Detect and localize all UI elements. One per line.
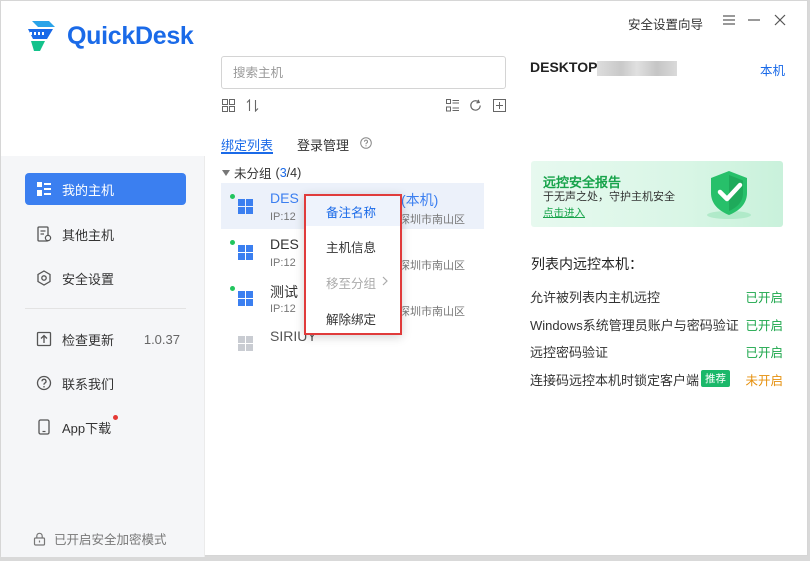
windows-icon xyxy=(238,199,253,214)
sidebar-item-security-settings[interactable]: 安全设置 xyxy=(25,262,186,294)
search-input[interactable] xyxy=(221,56,506,89)
windows-icon xyxy=(238,245,253,260)
sort-icon[interactable] xyxy=(245,98,259,112)
host-location: 深圳市南山区 xyxy=(399,214,465,226)
setting-label: 允许被列表内主机远控 xyxy=(530,290,661,305)
menu-item-label: 移至分组 xyxy=(326,276,377,291)
shield-check-icon xyxy=(707,171,751,219)
group-name: 未分组 xyxy=(234,167,272,181)
setting-status[interactable]: 已开启 xyxy=(745,287,783,306)
banner-subtitle: 于无声之处，守护主机安全 xyxy=(543,191,675,203)
sidebar-divider xyxy=(25,308,186,309)
setting-row: 连接码远控本机时锁定客户端 推荐 未开启 xyxy=(530,370,783,390)
recommend-badge: 推荐 xyxy=(701,370,731,387)
sidebar-item-label: 其他主机 xyxy=(62,227,115,243)
setting-row: 允许被列表内主机远控 已开启 xyxy=(530,287,783,306)
host-ip: IP:12 xyxy=(270,257,296,269)
online-indicator xyxy=(230,194,235,199)
close-icon[interactable] xyxy=(772,12,788,28)
tab-underline xyxy=(221,152,273,154)
help-icon xyxy=(35,375,52,392)
tab-login-management[interactable]: 登录管理 xyxy=(297,135,349,154)
setting-status[interactable]: 未开启 xyxy=(745,370,783,389)
online-indicator xyxy=(230,286,235,291)
list-view-icon[interactable] xyxy=(445,98,459,112)
host-name: DES xyxy=(270,190,299,206)
sidebar-item-label: 我的主机 xyxy=(62,182,115,198)
sidebar-item-other-hosts[interactable]: 其他主机 xyxy=(25,218,186,250)
host-ip: IP:12 xyxy=(270,303,296,315)
host-location: 深圳市南山区 xyxy=(399,306,465,318)
app-logo: QuickDesk xyxy=(25,19,194,53)
refresh-icon[interactable] xyxy=(468,98,482,112)
device-name: DESKTOP xyxy=(530,59,598,75)
sidebar: QuickDesk 我的主机 其他主机 安全设置 检查更新 1.0.37 联系我… xyxy=(1,1,205,557)
windows-icon xyxy=(238,291,253,306)
caret-down-icon xyxy=(222,169,230,176)
menu-item-host-info[interactable]: 主机信息 xyxy=(304,231,402,261)
sidebar-item-app-download[interactable]: App下载 xyxy=(25,411,186,443)
quickdesk-logo-icon xyxy=(28,21,55,51)
sidebar-item-label: App下载 xyxy=(62,420,112,436)
menu-item-move-to-group[interactable]: 移至分组 xyxy=(304,267,402,297)
setting-label: 远控密码验证 xyxy=(530,345,609,360)
sidebar-item-contact-us[interactable]: 联系我们 xyxy=(25,367,186,399)
phone-icon xyxy=(35,419,52,436)
security-guide-link[interactable]: 安全设置向导 xyxy=(628,14,703,33)
host-ip: IP:12 xyxy=(270,211,296,223)
sidebar-item-my-hosts[interactable]: 我的主机 xyxy=(25,173,186,205)
minimize-icon[interactable] xyxy=(746,12,762,28)
setting-label: 连接码远控本机时锁定客户端 xyxy=(530,373,700,388)
setting-row: 远控密码验证 已开启 xyxy=(530,342,783,361)
windows-icon xyxy=(238,336,253,351)
menu-item-rename[interactable]: 备注名称 xyxy=(304,196,402,226)
grid-view-icon[interactable] xyxy=(221,98,235,112)
banner-link[interactable]: 点击进入 xyxy=(543,205,585,220)
notification-dot xyxy=(113,415,118,420)
online-indicator xyxy=(230,240,235,245)
setting-status[interactable]: 已开启 xyxy=(745,315,783,334)
logo-area: QuickDesk xyxy=(1,1,205,156)
secure-mode-status: 已开启安全加密模式 xyxy=(33,529,167,548)
menu-icon[interactable] xyxy=(721,12,737,28)
group-header[interactable]: 未分组 (3/4) xyxy=(222,163,301,182)
app-window: QuickDesk 我的主机 其他主机 安全设置 检查更新 1.0.37 联系我… xyxy=(0,0,809,557)
lock-icon xyxy=(33,532,46,546)
redacted-device-suffix xyxy=(597,61,677,76)
sidebar-item-label: 联系我们 xyxy=(62,376,115,392)
other-hosts-icon xyxy=(35,226,52,243)
secure-mode-label: 已开启安全加密模式 xyxy=(54,533,167,547)
chevron-right-icon xyxy=(382,276,388,286)
setting-status[interactable]: 已开启 xyxy=(745,342,783,361)
update-icon xyxy=(35,331,52,348)
this-device-link[interactable]: 本机 xyxy=(760,60,785,79)
host-name: 测试 xyxy=(270,284,298,300)
host-name: DES xyxy=(270,236,299,252)
setting-label: Windows系统管理员账户与密码验证 xyxy=(530,318,739,333)
group-count: (3/4) xyxy=(275,165,302,180)
my-hosts-icon xyxy=(35,181,52,198)
menu-item-unbind[interactable]: 解除绑定 xyxy=(304,303,402,333)
add-host-icon[interactable] xyxy=(492,98,506,112)
context-menu: 备注名称 主机信息 移至分组 解除绑定 xyxy=(304,194,402,335)
sidebar-item-check-update[interactable]: 检查更新 1.0.37 xyxy=(25,323,186,355)
app-name: QuickDesk xyxy=(67,21,194,50)
setting-row: Windows系统管理员账户与密码验证 已开启 xyxy=(530,315,783,334)
help-icon[interactable] xyxy=(360,137,372,152)
host-local-tag: (本机) xyxy=(401,192,439,208)
sidebar-item-label: 检查更新 xyxy=(62,332,115,348)
app-version: 1.0.37 xyxy=(143,331,180,347)
title-bar: 安全设置向导 xyxy=(206,1,809,41)
sidebar-item-label: 安全设置 xyxy=(62,271,115,287)
host-location: 深圳市南山区 xyxy=(399,260,465,272)
remote-settings-title: 列表内远控本机： xyxy=(531,256,643,272)
security-report-banner[interactable]: 远控安全报告 于无声之处，守护主机安全 点击进入 xyxy=(531,161,783,227)
security-settings-icon xyxy=(35,270,52,287)
